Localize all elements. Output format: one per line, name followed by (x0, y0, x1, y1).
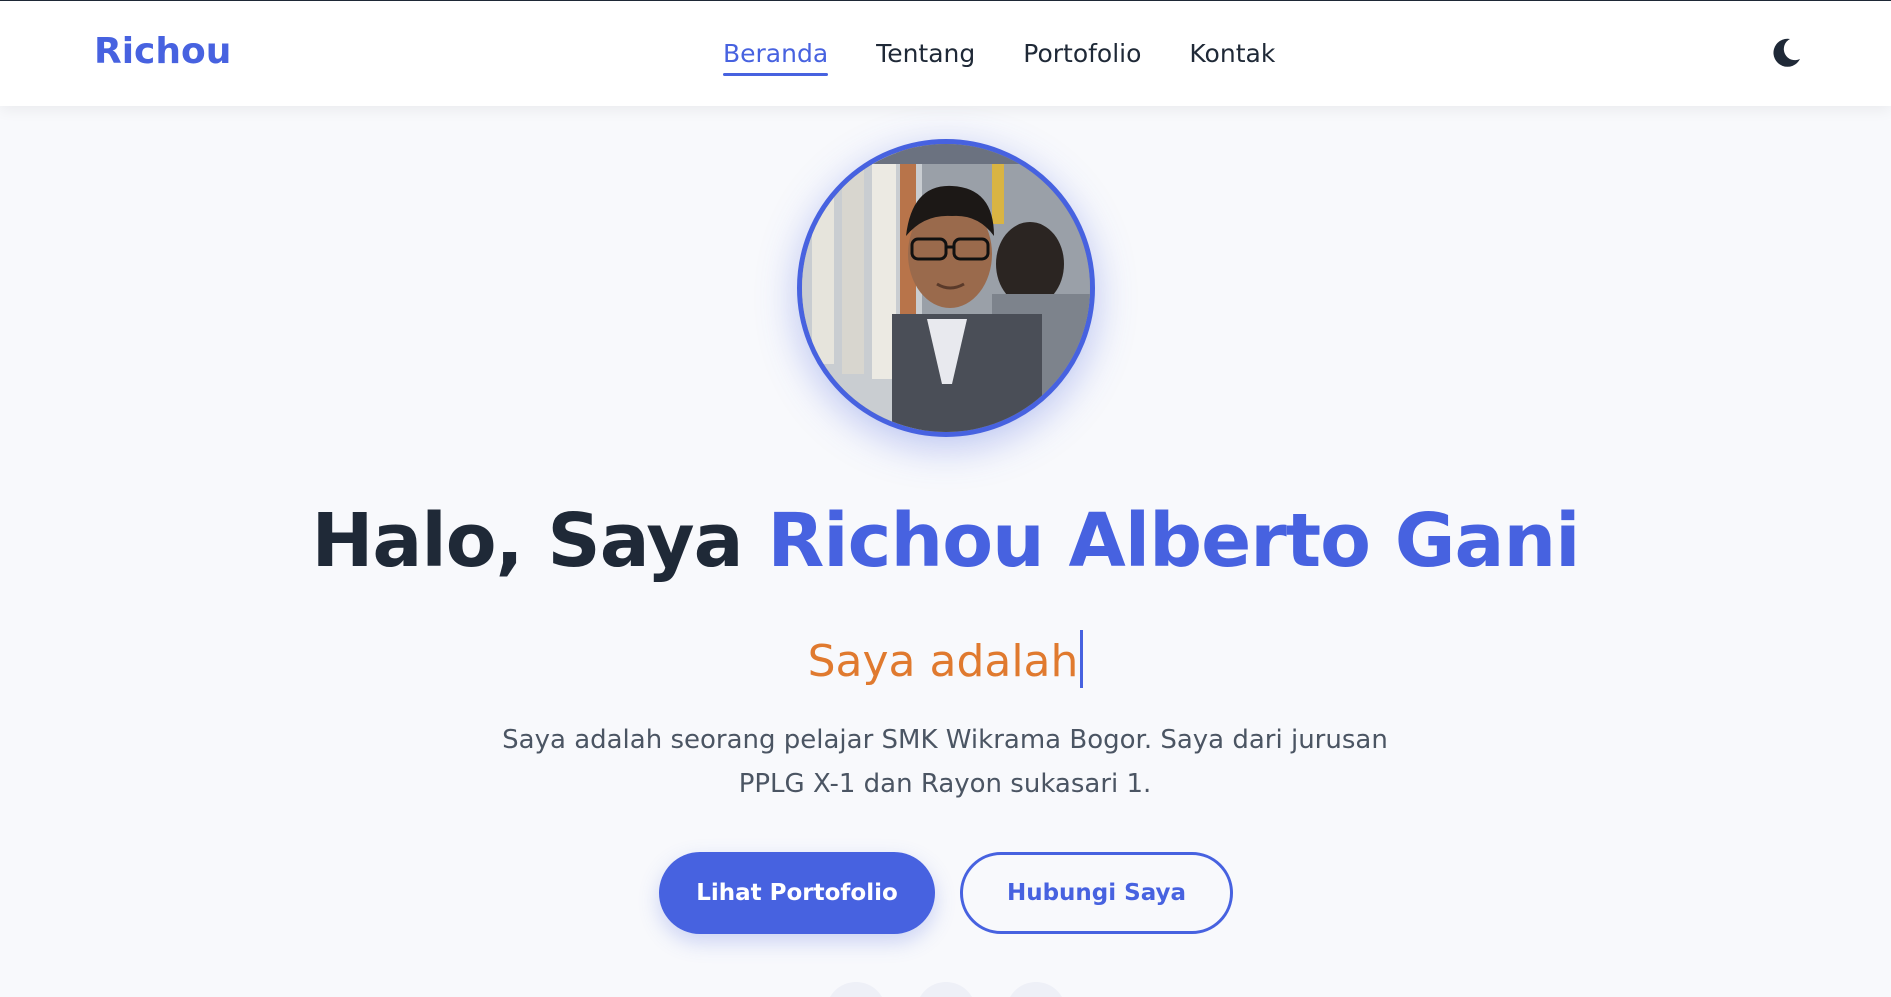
social-icon-1[interactable] (826, 982, 886, 997)
nav-item-beranda[interactable]: Beranda (723, 39, 829, 76)
moon-icon (1773, 38, 1800, 67)
hero-name: Richou Alberto Gani (767, 498, 1580, 584)
nav-item-kontak[interactable]: Kontak (1189, 39, 1275, 74)
hero-description: Saya adalah seorang pelajar SMK Wikrama … (502, 725, 1388, 799)
view-portfolio-button[interactable]: Lihat Portofolio (659, 852, 935, 934)
page: Richou Beranda Tentang Portofolio Kontak (0, 0, 1891, 997)
social-icon-2[interactable] (916, 982, 976, 997)
brand-logo[interactable]: Richou (94, 31, 231, 72)
hero-greeting: Halo, Saya (311, 498, 743, 584)
contact-me-button[interactable]: Hubungi Saya (960, 852, 1233, 934)
typing-text-value: Saya adalah (807, 636, 1079, 687)
nav-item-tentang[interactable]: Tentang (876, 39, 975, 74)
typing-cursor (1080, 630, 1084, 688)
nav-item-portofolio[interactable]: Portofolio (1023, 39, 1141, 74)
hero-headline: Halo, Saya Richou Alberto Gani (0, 498, 1891, 584)
profile-photo (802, 144, 1090, 432)
typing-text: Saya adalah (0, 630, 1891, 688)
theme-toggle-button[interactable] (1768, 35, 1804, 71)
navbar: Richou Beranda Tentang Portofolio Kontak (0, 1, 1891, 106)
nav-menu: Beranda Tentang Portofolio Kontak (723, 39, 1275, 76)
social-icon-3[interactable] (1006, 982, 1066, 997)
avatar (797, 139, 1095, 437)
